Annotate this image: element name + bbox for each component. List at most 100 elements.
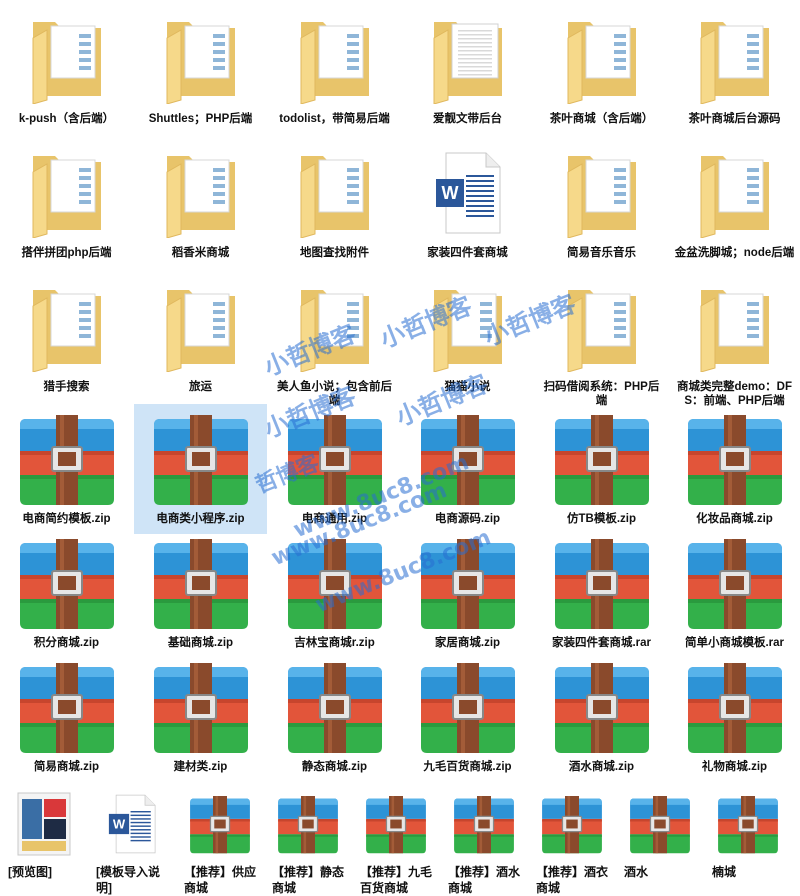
file-item[interactable]: 【推荐】九毛百货商城 [352, 782, 440, 895]
file-item[interactable]: 酒水 [616, 782, 704, 892]
file-item[interactable]: 酒水商城.zip [535, 652, 668, 782]
file-item[interactable]: 扫码借阅系统：PHP后端 [535, 272, 668, 407]
winrar-archive-icon [0, 534, 133, 632]
file-name: 茶叶商城后台源码 [688, 113, 781, 125]
file-name: [模板导入说明] [96, 865, 160, 895]
file-name: [预览图] [8, 865, 52, 879]
winrar-archive-icon [535, 410, 668, 508]
svg-text:W: W [113, 816, 126, 831]
file-item[interactable]: 家居商城.zip [401, 528, 534, 658]
file-item[interactable]: 电商简约模板.zip [0, 404, 133, 534]
winrar-archive-icon [440, 784, 528, 864]
file-name: 积分商城.zip [33, 637, 100, 649]
winrar-archive-icon [134, 658, 267, 756]
file-name: 爱靓文带后台 [433, 113, 502, 125]
winrar-archive-icon [176, 784, 264, 864]
file-name: 电商通用.zip [301, 513, 368, 525]
file-name: 家居商城.zip [434, 637, 501, 649]
file-item[interactable]: k-push（含后端） [0, 4, 133, 134]
folder-doc-icon [668, 144, 800, 242]
file-item[interactable]: 礼物商城.zip [668, 652, 800, 782]
file-name: 家装四件套商城.rar [551, 637, 652, 649]
winrar-archive-icon [0, 658, 133, 756]
word-doc-icon: W [88, 784, 176, 864]
file-item[interactable]: 茶叶商城（含后端） [535, 4, 668, 134]
file-item[interactable]: 简单小商城模板.rar [668, 528, 800, 658]
file-item[interactable]: 茶叶商城后台源码 [668, 4, 800, 134]
preview-image-icon [0, 784, 88, 864]
file-item[interactable]: 金盆洗脚城；node后端 [668, 138, 800, 268]
file-item[interactable]: 【推荐】静态商城 [264, 782, 352, 895]
file-item[interactable]: 【推荐】酒水商城 [440, 782, 528, 895]
file-name: 简单小商城模板.rar [684, 637, 785, 649]
file-item[interactable]: 静态商城.zip [268, 652, 401, 782]
file-name: 静态商城.zip [301, 761, 368, 773]
file-name: 家装四件套商城 [427, 247, 508, 259]
folder-icon [401, 10, 534, 108]
file-item[interactable]: 吉林宝商城r.zip [268, 528, 401, 658]
file-name: k-push（含后端） [18, 113, 115, 125]
folder-doc-icon [535, 278, 668, 376]
winrar-archive-icon [704, 784, 792, 864]
file-item[interactable]: todolist，带简易后端 [268, 4, 401, 134]
winrar-archive-icon [268, 534, 401, 632]
file-item[interactable]: 简易音乐音乐 [535, 138, 668, 268]
file-name: 九毛百货商城.zip [423, 761, 512, 773]
file-name: 电商类小程序.zip [156, 513, 245, 525]
file-item[interactable]: 基础商城.zip [134, 528, 267, 658]
file-item[interactable]: 搭伴拼团php后端 [0, 138, 133, 268]
file-item[interactable]: 仿TB模板.zip [535, 404, 668, 534]
file-item[interactable]: 楠城 [704, 782, 792, 892]
file-item[interactable]: 商城类完整demo：DFS：前端、PHP后端 [668, 272, 800, 407]
file-name: 简易商城.zip [33, 761, 100, 773]
file-item[interactable]: 积分商城.zip [0, 528, 133, 658]
file-name: 礼物商城.zip [701, 761, 768, 773]
folder-doc-icon [268, 278, 401, 376]
folder-doc-icon [668, 278, 800, 376]
file-item[interactable]: 建材类.zip [134, 652, 267, 782]
file-name: 旅运 [189, 381, 212, 393]
file-item[interactable]: 美人鱼小说；包含前后端 [268, 272, 401, 407]
file-name: 茶叶商城（含后端） [549, 113, 654, 125]
file-name: 搭伴拼团php后端 [21, 247, 112, 259]
file-name: 酒水商城.zip [568, 761, 635, 773]
file-name: 电商源码.zip [434, 513, 501, 525]
file-name: Shuttles；PHP后端 [148, 113, 253, 125]
file-name: 金盆洗脚城；node后端 [674, 247, 795, 259]
file-name: 【推荐】静态商城 [272, 865, 345, 895]
file-item[interactable]: 九毛百货商城.zip [401, 652, 534, 782]
folder-doc-icon [268, 10, 401, 108]
winrar-archive-icon [668, 410, 800, 508]
file-item[interactable]: 猎手搜索 [0, 272, 133, 402]
file-name: 楠城 [712, 865, 737, 879]
file-name: 化妆品商城.zip [696, 513, 773, 525]
file-item[interactable]: 简易商城.zip [0, 652, 133, 782]
file-name: 仿TB模板.zip [567, 513, 636, 525]
winrar-archive-icon [264, 784, 352, 864]
file-item[interactable]: 旅运 [134, 272, 267, 402]
winrar-archive-icon [616, 784, 704, 864]
file-item[interactable]: 家装四件套商城.rar [535, 528, 668, 658]
file-item[interactable]: 电商源码.zip [401, 404, 534, 534]
file-item[interactable]: 地图查找附件 [268, 138, 401, 268]
file-item[interactable]: 【推荐】酒衣商城 [528, 782, 616, 895]
file-item[interactable]: W 家装四件套商城 [401, 138, 534, 268]
folder-doc-icon [668, 10, 800, 108]
file-item[interactable]: 爱靓文带后台 [401, 4, 534, 134]
file-name: 简易音乐音乐 [567, 247, 636, 259]
file-item[interactable]: [预览图] [0, 782, 88, 892]
file-item[interactable]: 猫猫小说 [401, 272, 534, 402]
folder-doc-icon [0, 278, 133, 376]
winrar-archive-icon [401, 658, 534, 756]
winrar-archive-icon [268, 658, 401, 756]
file-item[interactable]: Shuttles；PHP后端 [134, 4, 267, 134]
file-name: 吉林宝商城r.zip [294, 637, 375, 649]
file-item[interactable]: 稻香米商城 [134, 138, 267, 268]
file-item[interactable]: W [模板导入说明] [88, 782, 176, 895]
file-name: 电商简约模板.zip [22, 513, 111, 525]
file-item[interactable]: 电商类小程序.zip [134, 404, 267, 534]
file-item[interactable]: 化妆品商城.zip [668, 404, 800, 534]
file-item[interactable]: 【推荐】供应商城 [176, 782, 264, 895]
file-item[interactable]: 电商通用.zip [268, 404, 401, 534]
winrar-archive-icon [401, 534, 534, 632]
